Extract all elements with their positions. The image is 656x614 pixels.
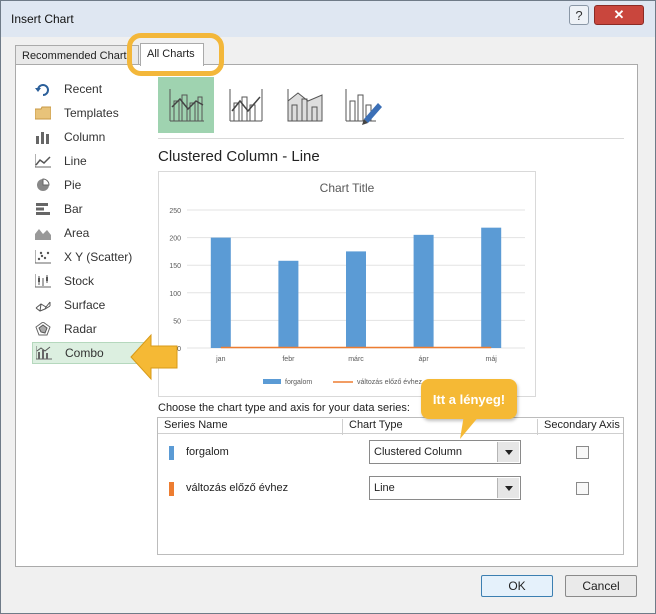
help-button[interactable]: ? (569, 5, 589, 25)
category-label: Pie (64, 178, 82, 192)
surface-chart-icon (34, 297, 52, 313)
callout-bubble: Itt a lényeg! (421, 379, 517, 419)
bar-chart-icon (34, 201, 52, 217)
area-chart-icon (34, 225, 52, 241)
subtype-custom-combination[interactable] (334, 77, 390, 133)
annotation-arrow-icon (130, 333, 178, 381)
bar (346, 251, 366, 348)
series-grid: Series Name Chart Type Secondary Axis fo… (157, 417, 624, 555)
series-row: forgalom Clustered Column (158, 438, 623, 468)
series-heading: Choose the chart type and axis for your … (158, 402, 410, 414)
folder-icon (34, 105, 52, 121)
pie-chart-icon (34, 177, 52, 193)
category-xy-scatter[interactable]: X Y (Scatter) (32, 246, 146, 268)
callout-tail (460, 415, 480, 439)
category-line[interactable]: Line (32, 150, 146, 172)
column-chart-icon (34, 129, 52, 145)
chart-type-select[interactable]: Line (369, 476, 521, 500)
x-tick-label: márc (348, 356, 364, 363)
category-column[interactable]: Column (32, 126, 146, 148)
series-name: forgalom (186, 446, 229, 458)
cancel-button[interactable]: Cancel (565, 575, 637, 597)
window-title: Insert Chart (11, 12, 74, 26)
y-tick-label: 100 (169, 291, 181, 298)
category-label: Bar (64, 202, 83, 216)
bar (210, 237, 231, 348)
x-tick-label: jan (215, 356, 225, 363)
x-tick-label: ápr (419, 356, 430, 363)
insert-chart-dialog: Insert Chart ? ✕ Recommended Charts All … (0, 0, 656, 614)
category-label: Recent (64, 82, 103, 96)
close-button[interactable]: ✕ (594, 5, 644, 25)
series-name: változás előző évhez (186, 482, 289, 494)
y-tick-label: 200 (169, 236, 181, 243)
chevron-down-icon[interactable] (497, 478, 519, 498)
category-label: Column (64, 130, 106, 144)
subtype-clustered-column-line[interactable] (158, 77, 214, 133)
category-label: Templates (64, 106, 119, 120)
series-row: változás előző évhez Line (158, 474, 623, 504)
title-bar: Insert Chart ? ✕ (1, 1, 655, 37)
category-label: Radar (64, 322, 97, 336)
series-color-swatch (169, 446, 174, 460)
chart-svg: Chart Title050100150200250jan febr márc ápr… (169, 181, 525, 386)
recent-icon (34, 81, 52, 97)
bar (278, 260, 299, 348)
tab-recommended-charts[interactable]: Recommended Charts (15, 45, 139, 65)
category-stock[interactable]: Stock (32, 270, 146, 292)
y-tick-label: 150 (169, 263, 181, 270)
legend-swatch (263, 379, 281, 384)
combo-chart-icon (35, 345, 53, 361)
bar (413, 234, 434, 348)
category-bar[interactable]: Bar (32, 198, 146, 220)
col-series-name: Series Name (158, 419, 343, 435)
subtype-title: Clustered Column - Line (158, 148, 320, 165)
category-label: X Y (Scatter) (64, 250, 133, 264)
bar (481, 227, 502, 348)
secondary-axis-checkbox[interactable] (576, 482, 589, 495)
category-pie[interactable]: Pie (32, 174, 146, 196)
ok-button[interactable]: OK (481, 575, 553, 597)
category-area[interactable]: Area (32, 222, 146, 244)
series-color-swatch (169, 482, 174, 496)
category-label: Surface (64, 298, 106, 312)
legend-label: forgalom (285, 379, 312, 386)
category-label: Line (64, 154, 87, 168)
divider (158, 138, 624, 139)
x-tick-label: febr (282, 356, 295, 363)
y-tick-label: 250 (169, 208, 181, 215)
chevron-down-icon[interactable] (497, 442, 519, 462)
category-label: Combo (65, 346, 104, 360)
category-surface[interactable]: Surface (32, 294, 146, 316)
chart-title: Chart Title (320, 181, 375, 195)
chart-preview[interactable]: Chart Title 0 50 100 150 200 250 jan febr márc ápr… (158, 171, 536, 397)
col-secondary-axis: Secondary Axis (544, 419, 620, 431)
legend-label: változás előző évhez (357, 379, 422, 386)
x-tick-label: máj (486, 356, 498, 363)
subtype-clustered-column-line-secondary-axis[interactable] (218, 77, 274, 133)
chart-type-select[interactable]: Clustered Column (369, 440, 521, 464)
radar-chart-icon (34, 321, 52, 337)
series-grid-header: Series Name Chart Type Secondary Axis (158, 418, 623, 435)
secondary-axis-checkbox[interactable] (576, 446, 589, 459)
col-chart-type: Chart Type (343, 419, 538, 435)
stock-chart-icon (34, 273, 52, 289)
scatter-chart-icon (34, 249, 52, 265)
highlight-circle (127, 33, 224, 76)
category-label: Area (64, 226, 90, 240)
line-chart-icon (34, 153, 52, 169)
category-templates[interactable]: Templates (32, 102, 146, 124)
category-recent[interactable]: Recent (32, 78, 146, 100)
y-tick-label: 50 (173, 318, 181, 325)
chart-type-value: Clustered Column (374, 446, 463, 458)
chart-type-value: Line (374, 482, 395, 494)
subtype-stacked-area-clustered-column[interactable] (276, 77, 332, 133)
all-charts-panel: Recent Templates Column Line Pie Bar Are… (15, 64, 638, 567)
category-label: Stock (64, 274, 95, 288)
